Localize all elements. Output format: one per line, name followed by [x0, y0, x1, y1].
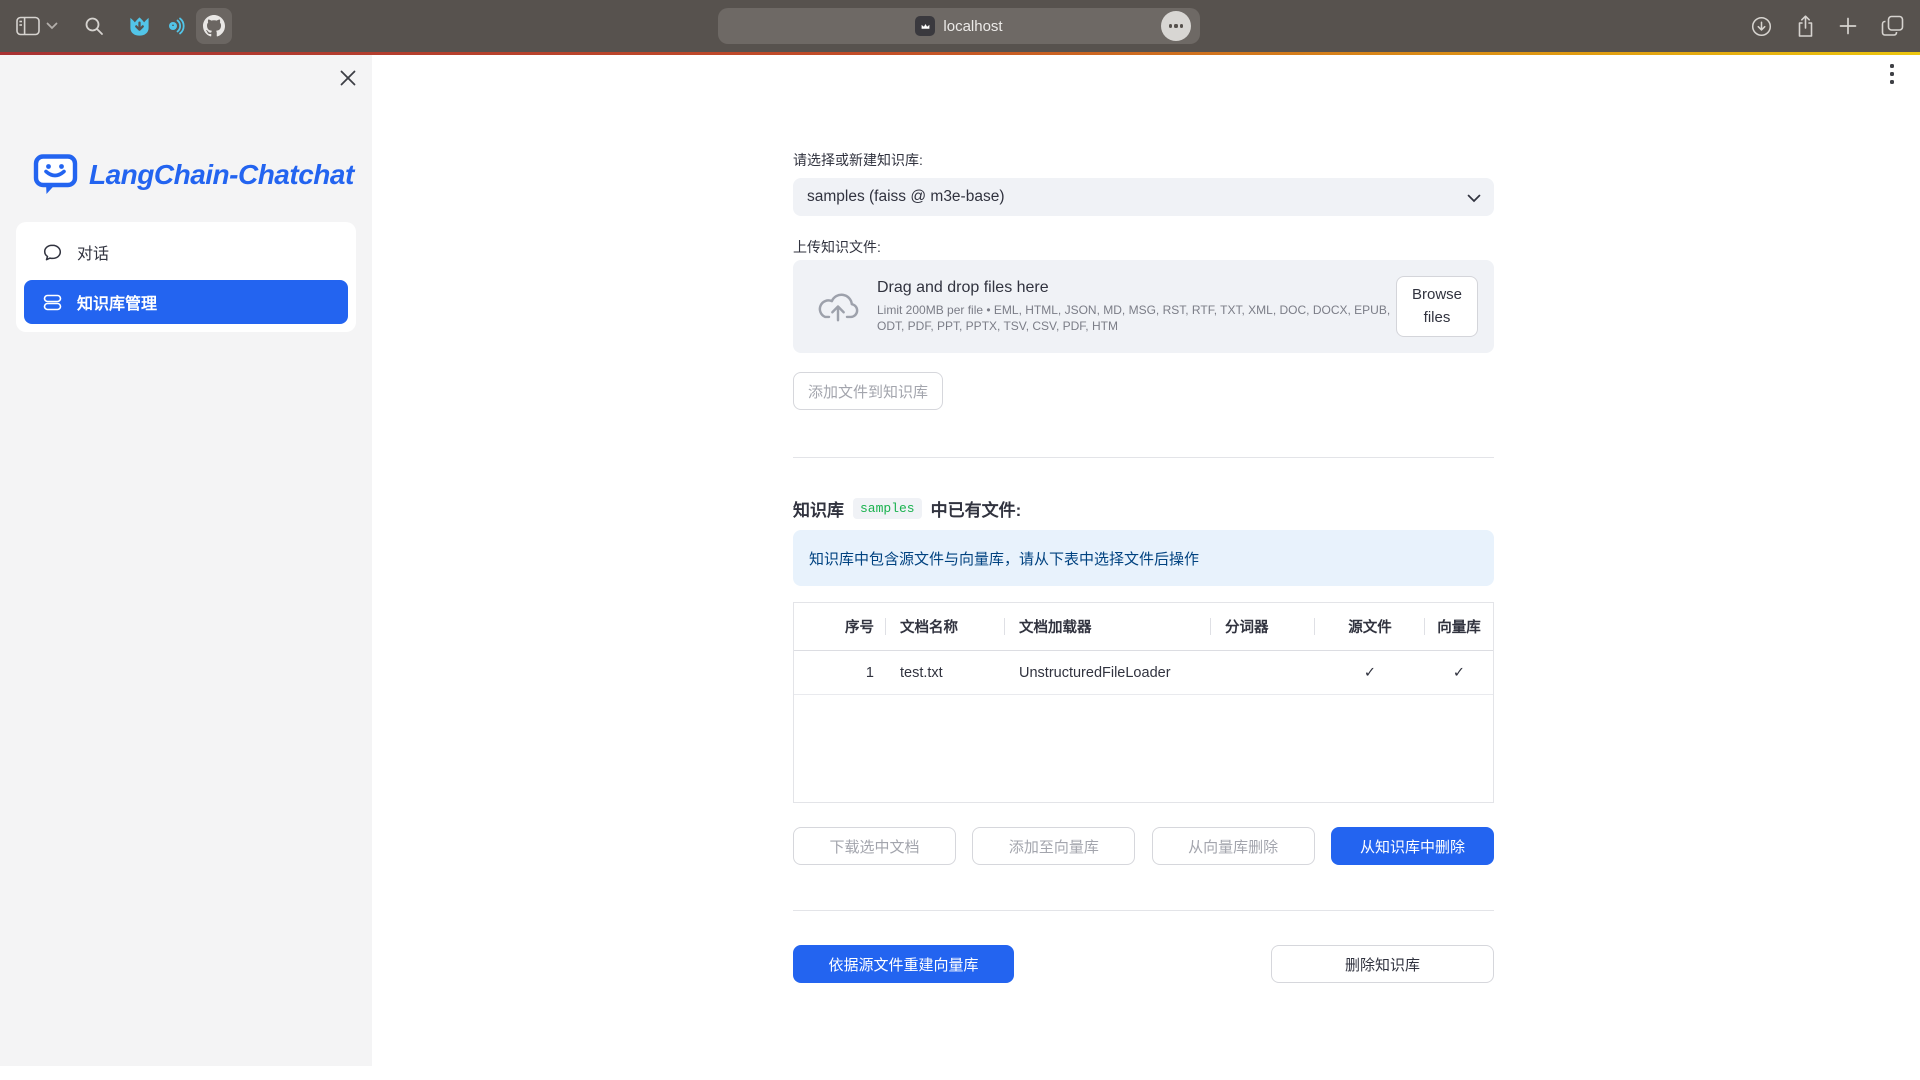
col-header-index: 序号 [794, 603, 886, 650]
delete-from-kb-button[interactable]: 从知识库中删除 [1331, 827, 1494, 865]
col-header-vectorstore: 向量库 [1425, 603, 1493, 650]
kb-files-heading: 知识库 samples 中已有文件: [793, 496, 1021, 521]
chat-bubble-icon [42, 242, 63, 263]
extension-cat-icon[interactable] [128, 16, 151, 37]
dropzone-title: Drag and drop files here [877, 279, 1411, 297]
search-icon[interactable] [84, 16, 104, 36]
app-menu-icon[interactable] [1890, 64, 1894, 84]
kb-name-code: samples [853, 498, 922, 519]
cell-index: 1 [794, 651, 886, 694]
info-banner: 知识库中包含源文件与向量库，请从下表中选择文件后操作 [793, 530, 1494, 586]
github-extension-button[interactable] [196, 8, 232, 44]
sidebar-close-icon[interactable] [336, 66, 360, 90]
extension-circles-icon[interactable] [165, 16, 186, 36]
add-files-to-kb-button[interactable]: 添加文件到知识库 [793, 372, 943, 410]
col-header-loader: 文档加载器 [1005, 603, 1211, 650]
table-row[interactable]: 1 test.txt UnstructuredFileLoader ✓ ✓ [794, 651, 1493, 695]
delete-kb-button[interactable]: 删除知识库 [1271, 945, 1494, 983]
col-header-docname: 文档名称 [886, 603, 1005, 650]
address-bar[interactable]: localhost [718, 8, 1200, 44]
share-icon[interactable] [1796, 15, 1815, 38]
cell-vectorstore-check: ✓ [1425, 651, 1493, 694]
table-header-row: 序号 文档名称 文档加载器 分词器 源文件 向量库 [794, 603, 1493, 651]
add-to-vectorstore-button[interactable]: 添加至向量库 [972, 827, 1135, 865]
col-header-splitter: 分词器 [1211, 603, 1315, 650]
file-actions-row: 下载选中文档 添加至向量库 从向量库删除 从知识库中删除 [793, 827, 1494, 865]
site-favicon [915, 16, 935, 36]
cloud-upload-icon [817, 290, 859, 324]
browser-toolbar: localhost [0, 0, 1920, 52]
sidebar-menu: 对话 知识库管理 [16, 222, 356, 332]
url-text: localhost [943, 18, 1002, 35]
logo-text: LangChain-Chatchat [89, 159, 354, 191]
col-header-sourcefile: 源文件 [1315, 603, 1425, 650]
cell-sourcefile-check: ✓ [1315, 651, 1425, 694]
browse-files-button[interactable]: Browse files [1396, 276, 1478, 337]
new-tab-icon[interactable] [1839, 17, 1857, 35]
cell-docname: test.txt [886, 651, 1005, 694]
heading-prefix: 知识库 [793, 496, 844, 521]
divider [793, 910, 1494, 911]
sidebar-item-label: 知识库管理 [77, 290, 157, 314]
kb-select-dropdown[interactable]: samples (faiss @ m3e-base) [793, 178, 1494, 216]
chevron-down-icon [1467, 190, 1481, 208]
window-bottom-edge [0, 1066, 372, 1080]
downloads-icon[interactable] [1751, 16, 1772, 37]
app-sidebar: LangChain-Chatchat 对话 知识库管理 [0, 55, 372, 1066]
chevron-down-icon[interactable] [46, 22, 58, 30]
file-dropzone[interactable]: Drag and drop files here Limit 200MB per… [793, 260, 1494, 353]
sidebar-item-dialogue[interactable]: 对话 [24, 230, 348, 274]
logo-chat-bubble-icon [33, 153, 78, 197]
kb-files-table: 序号 文档名称 文档加载器 分词器 源文件 向量库 1 test.txt Uns… [793, 602, 1494, 803]
cell-loader: UnstructuredFileLoader [1005, 651, 1211, 694]
download-selected-button[interactable]: 下载选中文档 [793, 827, 956, 865]
rebuild-vectorstore-button[interactable]: 依据源文件重建向量库 [793, 945, 1014, 983]
sidebar-item-label: 对话 [77, 240, 109, 264]
app-logo: LangChain-Chatchat [33, 153, 354, 197]
heading-suffix: 中已有文件: [931, 496, 1022, 521]
cell-splitter [1211, 651, 1315, 694]
kb-select-label: 请选择或新建知识库: [793, 150, 923, 170]
main-content: 请选择或新建知识库: samples (faiss @ m3e-base) 上传… [793, 55, 1494, 1080]
page-settings-icon[interactable] [1161, 11, 1191, 41]
kb-select-value: samples (faiss @ m3e-base) [807, 188, 1005, 206]
tabs-overview-icon[interactable] [1881, 15, 1904, 37]
info-text: 知识库中包含源文件与向量库，请从下表中选择文件后操作 [809, 548, 1199, 569]
sidebar-toggle-icon[interactable] [16, 16, 40, 36]
remove-from-vectorstore-button[interactable]: 从向量库删除 [1152, 827, 1315, 865]
sidebar-item-kb-management[interactable]: 知识库管理 [24, 280, 348, 324]
database-stack-icon [42, 292, 63, 313]
dropzone-hint: Limit 200MB per file • EML, HTML, JSON, … [877, 303, 1411, 335]
upload-label: 上传知识文件: [793, 237, 881, 257]
divider [793, 457, 1494, 458]
